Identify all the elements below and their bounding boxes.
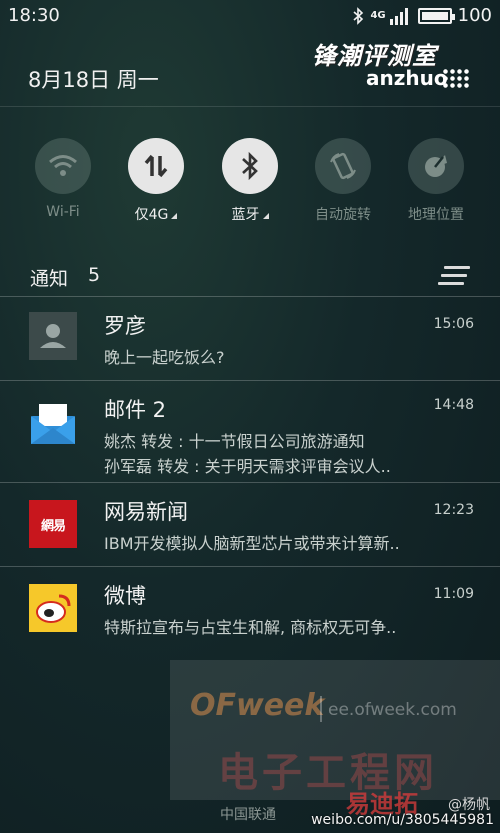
mail-icon — [31, 404, 75, 444]
notification-time: 15:06 — [433, 316, 474, 332]
quick-toggles: Wi-Fi 仅4G 蓝牙 自动旋转 地理位置 — [0, 138, 500, 238]
notification-time: 12:23 — [433, 502, 474, 518]
notification-item[interactable]: 邮件 2 14:48 姚杰 转发 : 十一节假日公司旅游通知 孙军磊 转发 : … — [0, 380, 500, 482]
notification-title: 邮件 2 — [104, 398, 167, 422]
ofweek-url: ee.ofweek.com — [328, 700, 457, 720]
notification-text: 晚上一起吃饭么? — [104, 348, 225, 367]
notification-item[interactable]: 網易 网易新闻 12:23 IBM开发模拟人脑新型芯片或带来计算新.. — [0, 482, 500, 566]
notification-time: 14:48 — [433, 397, 474, 413]
toggle-bluetooth[interactable]: 蓝牙 — [205, 138, 295, 224]
weibo-icon — [29, 584, 77, 632]
toggle-wifi[interactable]: Wi-Fi — [18, 138, 108, 220]
toggle-4g-only[interactable]: 仅4G — [111, 138, 201, 224]
toggle-label: Wi-Fi — [46, 204, 80, 220]
toggle-label: 蓝牙 — [231, 207, 260, 223]
netease-news-icon: 網易 — [29, 500, 77, 548]
battery-icon — [417, 7, 455, 24]
toggle-label: 地理位置 — [408, 207, 464, 223]
toggle-location[interactable]: 地理位置 — [391, 138, 481, 224]
notification-text: IBM开发模拟人脑新型芯片或带来计算新.. — [104, 534, 400, 553]
bluetooth-icon — [353, 6, 364, 25]
network-type: 4G — [370, 10, 386, 21]
location-icon — [425, 155, 447, 177]
date-label: 8月18日 周一 — [28, 68, 159, 92]
status-time: 18:30 — [8, 5, 60, 26]
ofweek-logo: OFweek — [190, 688, 325, 723]
netease-icon-text: 網易 — [40, 518, 66, 534]
status-icons: 4G 100 — [352, 5, 492, 26]
clear-all-icon[interactable] — [438, 266, 470, 286]
contact-avatar-icon — [29, 312, 77, 360]
toggle-label: 自动旋转 — [315, 207, 371, 223]
notification-item[interactable]: 罗彦 15:06 晚上一起吃饭么? — [0, 296, 500, 380]
notification-title: 微博 — [104, 584, 146, 608]
watermark-ofweek: OFweek ee.ofweek.com 电子工程网 — [170, 660, 500, 800]
toggle-auto-rotate[interactable]: 自动旋转 — [298, 138, 388, 224]
expand-corner-icon — [262, 213, 269, 219]
expand-corner-icon — [171, 213, 178, 219]
data-arrows-icon — [144, 154, 168, 178]
ofweek-separator — [320, 696, 322, 722]
notification-text: 孙军磊 转发 : 关于明天需求评审会议人.. — [104, 457, 391, 476]
divider — [0, 106, 500, 107]
status-bar: 18:30 4G 100 — [0, 0, 500, 32]
watermark-dots-icon — [442, 68, 470, 90]
toggle-label: 仅4G — [134, 207, 169, 223]
notification-title: 网易新闻 — [104, 500, 188, 524]
notification-text: 姚杰 转发 : 十一节假日公司旅游通知 — [104, 432, 365, 451]
watermark-anzhuo: 锋潮评测室 anzhuo — [300, 32, 480, 94]
notifications-header: 通知 5 — [0, 258, 500, 296]
battery-level: 100 — [457, 5, 492, 26]
watermark-author: @杨帆 — [448, 797, 490, 813]
wifi-icon — [49, 155, 77, 176]
notifications-count: 5 — [88, 264, 101, 286]
notification-title: 罗彦 — [104, 314, 146, 338]
notification-item[interactable]: 微博 11:09 特斯拉宣布与占宝生和解, 商标权无可争.. — [0, 566, 500, 650]
bluetooth-icon — [242, 151, 258, 181]
signal-icon — [389, 7, 408, 25]
watermark-weibo-url: weibo.com/u/3805445981 — [311, 812, 494, 828]
notification-text: 特斯拉宣布与占宝生和解, 商标权无可争.. — [104, 618, 397, 637]
notifications-title: 通知 — [30, 268, 69, 290]
carrier-label: 中国联通 — [220, 807, 276, 823]
watermark-en: anzhuo — [366, 66, 448, 90]
rotate-icon — [330, 152, 356, 180]
notification-time: 11:09 — [433, 586, 474, 602]
